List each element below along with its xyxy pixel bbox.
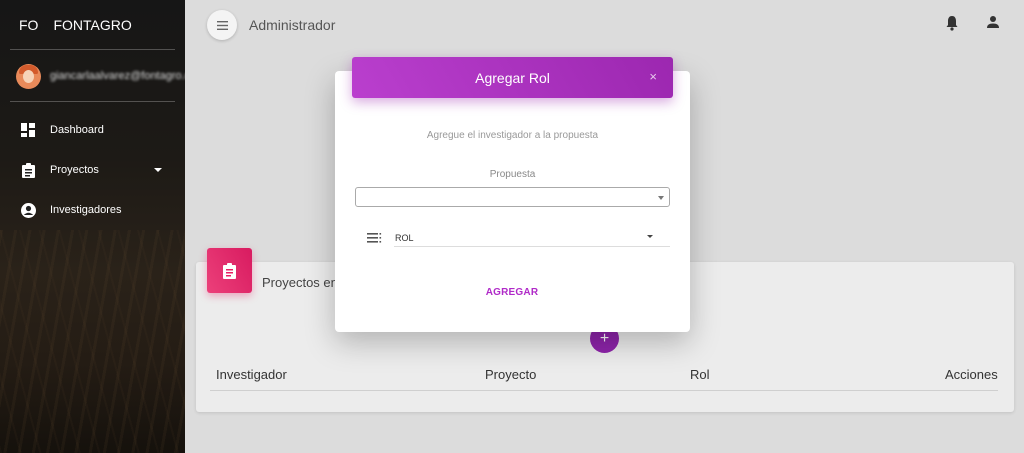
chevron-down-icon	[658, 196, 664, 200]
chevron-down-icon	[647, 235, 653, 238]
agregar-button[interactable]: AGREGAR	[470, 283, 554, 303]
modal-subtitle: Agregue el investigador a la propuesta	[426, 130, 599, 141]
modal-title: Agregar Rol	[475, 69, 550, 86]
close-icon[interactable]: ×	[649, 69, 657, 84]
rol-select[interactable]: ROL	[394, 228, 670, 247]
propuesta-label: Propuesta	[489, 169, 536, 180]
propuesta-select[interactable]	[355, 187, 670, 207]
rol-value: ROL	[395, 233, 414, 243]
modal-header: Agregar Rol ×	[352, 57, 673, 98]
list-icon	[367, 230, 382, 243]
